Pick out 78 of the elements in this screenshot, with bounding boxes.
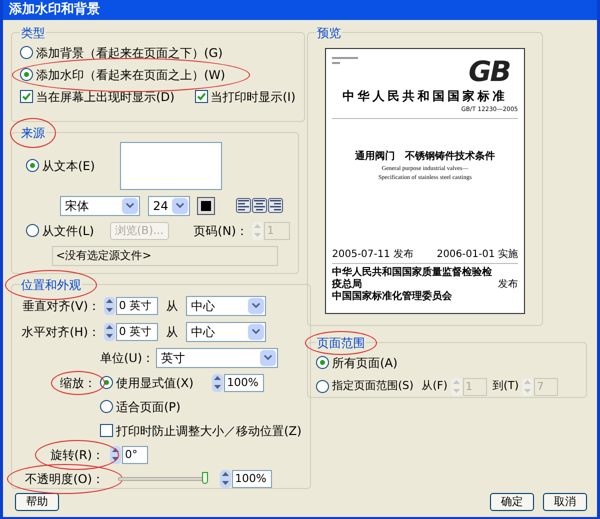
dropdown[interactable]: 中心 xyxy=(186,296,266,316)
from-label: 从 xyxy=(166,298,178,314)
radio-button[interactable] xyxy=(100,400,113,413)
number-field[interactable]: 100% xyxy=(232,470,272,488)
radio-button[interactable] xyxy=(26,159,39,172)
issue-date: 2005-07-11 发布 xyxy=(332,248,414,262)
issuer-name: 中华人民共和国国家质量监督检验检疫总局 xyxy=(332,266,493,290)
checkbox[interactable] xyxy=(20,90,33,103)
spinner-arrows-icon[interactable] xyxy=(110,446,121,464)
effective-date: 2006-01-01 实施 xyxy=(436,248,518,262)
gb-logo: GB xyxy=(468,56,510,86)
chevron-down-icon xyxy=(248,324,264,340)
number-field[interactable]: 0° xyxy=(122,446,148,464)
spinner-arrows-icon[interactable] xyxy=(104,296,115,314)
chevron-down-icon xyxy=(248,298,264,314)
text-align-icon[interactable] xyxy=(236,198,251,213)
group-title: 类型 xyxy=(21,26,45,40)
radio-button[interactable] xyxy=(100,376,113,389)
field-label: 水平对齐(H)： xyxy=(20,324,101,340)
radio-label: 使用显式值(X) xyxy=(116,374,194,392)
field-label: 缩放： xyxy=(60,374,96,392)
field-label: 不透明度(O)： xyxy=(25,470,104,488)
small-print-drawing xyxy=(332,56,358,64)
dialog-button[interactable]: 确定 xyxy=(490,492,534,510)
radio-label: 添加水印（看起来在页面之上）(W) xyxy=(36,66,226,84)
document-title: 通用阀门 不锈钢铸件技术条件 xyxy=(354,149,496,164)
radio-button[interactable] xyxy=(20,46,33,59)
from-label: 从 xyxy=(166,324,178,340)
dropdown[interactable]: 宋体 xyxy=(60,196,140,216)
from-label: 从(F) xyxy=(422,378,448,394)
checkbox-label: 当在屏幕上出现时显示(D) xyxy=(36,88,175,106)
group-title: 预览 xyxy=(317,26,341,40)
dropdown[interactable]: 24 xyxy=(148,196,190,216)
chevron-down-icon xyxy=(172,198,188,214)
dropdown[interactable]: 英寸 xyxy=(156,348,278,368)
radio-label: 适合页面(P) xyxy=(116,398,181,416)
text-align-icon[interactable] xyxy=(252,198,267,213)
number-field[interactable]: 0 英寸 xyxy=(116,296,158,314)
checkbox-label: 当打印时显示(I) xyxy=(210,88,296,106)
chevron-down-icon xyxy=(260,350,276,366)
dropdown[interactable]: 中心 xyxy=(186,322,266,342)
annotation-ellipse xyxy=(305,330,377,354)
radio-button[interactable] xyxy=(20,68,33,81)
field-label: 单位(U)： xyxy=(100,350,156,366)
text-align-icon[interactable] xyxy=(268,198,283,213)
page-label: 页码(N)： xyxy=(194,222,248,240)
watermark-text-field[interactable] xyxy=(120,142,222,190)
source-file-field: <没有选定源文件> xyxy=(52,246,278,266)
dialog-button[interactable]: 取消 xyxy=(543,492,587,510)
field-label: 旋转(R)： xyxy=(50,446,104,464)
checkbox[interactable] xyxy=(194,90,208,103)
spinner-arrows-icon[interactable] xyxy=(220,470,231,488)
dialog-button[interactable]: 帮助 xyxy=(15,492,59,510)
issuer-name: 中国国家标准化管理委员会 xyxy=(332,290,453,302)
checkbox[interactable] xyxy=(100,424,113,437)
group-title: 来源 xyxy=(21,124,45,142)
radio-label: 从文件(L) xyxy=(42,222,94,240)
number-field[interactable]: 100% xyxy=(224,374,264,392)
group-title: 位置和外观 xyxy=(21,276,81,294)
number-field[interactable]: 0 英寸 xyxy=(116,322,158,340)
slider-thumb[interactable] xyxy=(202,472,208,484)
to-label: 到(T) xyxy=(492,378,519,394)
issued-by: 发布 xyxy=(498,278,518,292)
color-swatch[interactable] xyxy=(198,198,214,214)
radio-label: 指定页面范围(S) xyxy=(332,378,414,394)
radio-label: 添加背景（看起来在页面之下）(G) xyxy=(36,44,223,62)
window-title: 添加水印和背景 xyxy=(9,0,100,19)
radio-label: 从文本(E) xyxy=(42,158,95,174)
document-heading: 中华人民共和国国家标准 xyxy=(342,88,508,104)
chevron-down-icon xyxy=(122,198,138,214)
spinner-arrows-icon[interactable] xyxy=(104,322,115,340)
field-label: 垂直对齐(V)： xyxy=(21,298,101,314)
checkbox-label: 打印时防止调整大小／移动位置(Z) xyxy=(116,422,302,440)
group-title: 页面范围 xyxy=(317,334,365,352)
annotation-ellipse xyxy=(10,118,56,148)
radio-label: 所有页面(A) xyxy=(332,354,398,372)
spinner-arrows-icon[interactable] xyxy=(212,374,223,392)
radio-button[interactable] xyxy=(26,224,39,237)
